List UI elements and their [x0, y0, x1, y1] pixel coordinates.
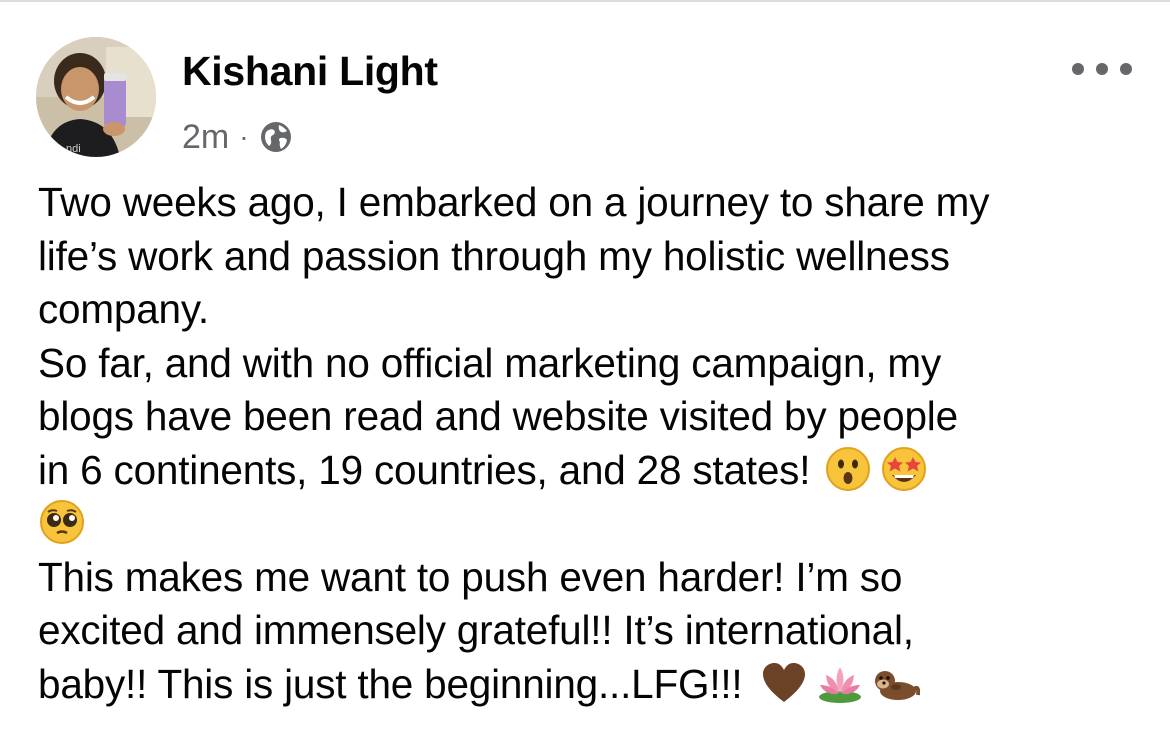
post-line-1: Two weeks ago, I embarked on a journey t… [38, 179, 990, 225]
more-dot [1096, 63, 1108, 75]
post-line-10: baby!! This is just the beginning...LFG!… [38, 658, 1148, 712]
top-divider [0, 0, 1170, 2]
post-line-4: So far, and with no official marketing c… [38, 339, 942, 386]
globe-icon[interactable] [259, 120, 293, 154]
post-line-5: blogs have been read and website visited… [38, 393, 958, 439]
post-text: Two weeks ago, I embarked on a journey t… [38, 176, 1148, 711]
post-line-10-text: baby!! This is just the beginning...LFG!… [38, 660, 743, 707]
post-line-6: in 6 continents, 19 countries, and 28 st… [38, 444, 1148, 498]
author-name[interactable]: Kishani Light [182, 48, 438, 95]
astonished-face-emoji [824, 445, 872, 493]
svg-text:ndi: ndi [66, 143, 81, 155]
lotus-emoji [816, 659, 864, 707]
more-options-icon[interactable] [1072, 54, 1132, 84]
timestamp[interactable]: 2m [182, 118, 229, 157]
otter-emoji [872, 659, 921, 707]
post-line-8: This makes me want to push even harder! … [38, 553, 903, 600]
more-dot [1120, 63, 1132, 75]
pleading-face-emoji [38, 498, 86, 546]
brown-heart-emoji [760, 659, 808, 707]
post-line-6-text: in 6 continents, 19 countries, and 28 st… [38, 446, 811, 493]
star-struck-emoji [880, 445, 928, 493]
post-meta: 2m · [182, 112, 293, 162]
more-dot [1072, 63, 1084, 75]
avatar[interactable]: ndi [36, 37, 156, 157]
meta-separator: · [239, 121, 249, 152]
post-line-3: company. [38, 286, 209, 332]
post-line-9: excited and immensely grateful!! It’s in… [38, 607, 914, 653]
post-line-2: life’s work and passion through my holis… [38, 232, 950, 279]
post-line-7 [38, 497, 1148, 551]
